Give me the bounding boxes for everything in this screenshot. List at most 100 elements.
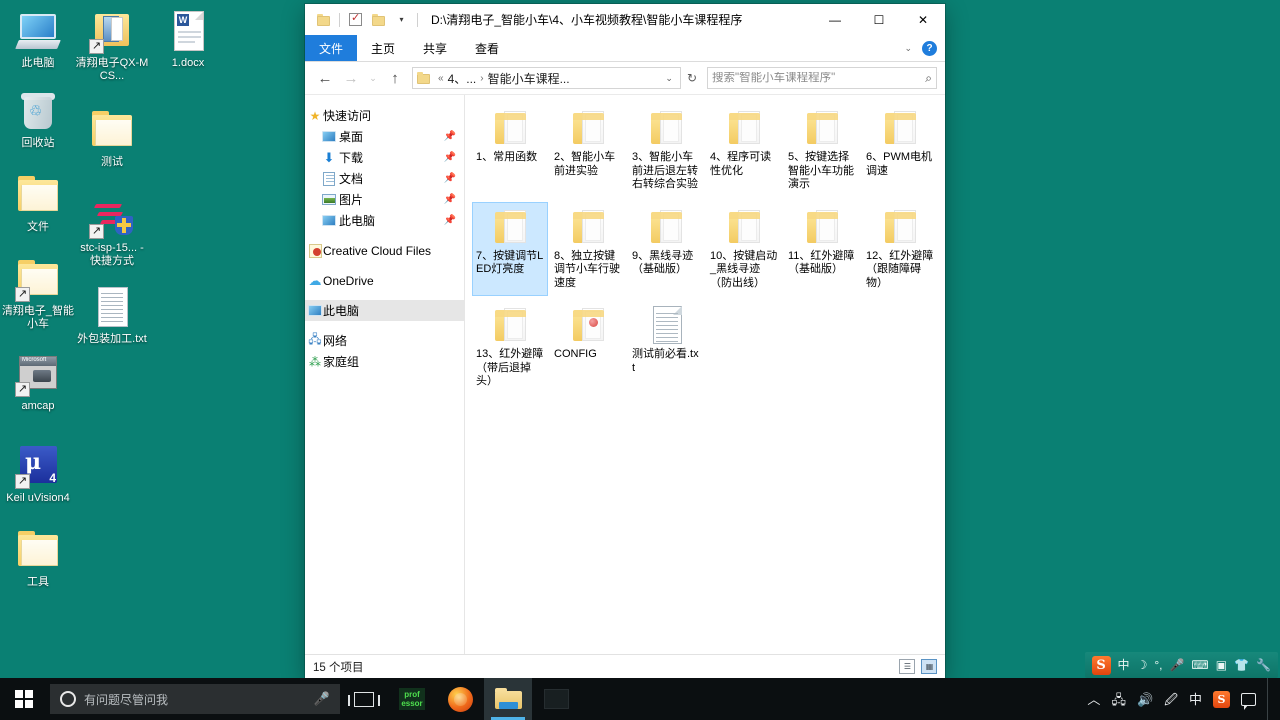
refresh-icon[interactable]: ↻ [683,71,701,85]
file-grid[interactable]: 1、常用函数 2、智能小车前进实验 3、智能小车前进后退左转右转综合实验 4、程序可读… [467,103,945,399]
properties-icon[interactable] [345,9,366,30]
desktop-icon-recycle-bin[interactable]: ♲ 回收站 [0,88,76,150]
file-tile[interactable]: CONFIG [550,300,626,395]
file-explorer-window[interactable]: ▾ D:\清翔电子_智能小车\4、小车视频教程\智能小车课程程序 — ☐ ✕ 文… [305,4,945,678]
title-bar[interactable]: ▾ D:\清翔电子_智能小车\4、小车视频教程\智能小车课程程序 — ☐ ✕ [305,4,945,35]
breadcrumb-item-2[interactable]: 智能小车课程... [488,70,570,87]
file-tile[interactable]: 4、程序可读性优化 [706,103,782,198]
new-folder-icon[interactable] [368,9,389,30]
show-desktop-button[interactable] [1267,678,1272,720]
show-hidden-icons[interactable]: ︿ [1087,693,1100,706]
soft-keyboard-icon[interactable]: ⌨ [1191,659,1208,671]
desktop-icon-test[interactable]: 测试 [74,107,150,169]
desktop-icon-amcap[interactable]: Microsoft ↗ amcap [0,351,76,413]
forward-button[interactable]: → [339,66,363,90]
minimized-app-button[interactable] [532,678,580,720]
navigation-bar[interactable]: ← → ⌄ ↑ « 4、... › 智能小车课程... ⌄ ↻ ⌕ [305,62,945,94]
folder-icon[interactable] [313,9,334,30]
recent-locations-icon[interactable]: ⌄ [365,66,381,90]
large-icons-view-icon[interactable]: ▦ [921,659,937,674]
sogou-logo-icon[interactable]: S [1091,655,1111,675]
desktop-icon-this-pc[interactable]: 此电脑 [0,8,76,70]
sidebar-item-creative-cloud-files[interactable]: Creative Cloud Files [305,240,464,261]
professor-app-button[interactable]: prof essor [388,678,436,720]
sidebar-item-onedrive[interactable]: ☁ OneDrive [305,270,464,291]
sidebar-item-downloads[interactable]: ⬇ 下载 📌 [305,147,464,168]
pin-icon[interactable]: 📌 [444,215,456,226]
desktop-icon-1-docx[interactable]: W 1.docx [150,8,226,70]
sidebar-item-documents[interactable]: 文档 📌 [305,168,464,189]
file-tile[interactable]: 12、红外避障（跟随障碍物） [862,202,938,297]
desktop-icon-tools[interactable]: 工具 [0,527,76,589]
file-explorer-button[interactable] [484,678,532,720]
tab-view[interactable]: 查看 [461,35,513,61]
desktop-icon-qx-mcs[interactable]: ↗ 清翔电子QX-MCS... [74,8,150,83]
tab-share[interactable]: 共享 [409,35,461,61]
punctuation-icon[interactable]: °, [1154,659,1162,671]
file-tile[interactable]: 2、智能小车前进实验 [550,103,626,198]
file-tile[interactable]: 7、按键调节LED灯亮度 [472,201,548,296]
address-dropdown-icon[interactable]: ⌄ [660,73,678,84]
up-button[interactable]: ↑ [383,66,407,90]
collapse-ribbon-icon[interactable]: ⌄ [904,43,912,54]
system-tray[interactable]: ︿ 🖧 🔊 🖉 中 S [1087,678,1280,720]
ime-chinese-icon[interactable]: 中 [1189,693,1202,706]
start-button[interactable] [0,678,48,720]
maximize-button[interactable]: ☐ [857,4,901,35]
sidebar-item-pictures[interactable]: 图片 📌 [305,189,464,210]
sidebar-item-network[interactable]: 🖧 网络 [305,330,464,351]
sogou-ime-toolbar[interactable]: S 中 ☽ °, 🎤 ⌨ ▣ 👕 🔧 [1084,652,1278,678]
tab-file[interactable]: 文件 [305,35,358,61]
file-tile[interactable]: 1、常用函数 [472,103,548,198]
sidebar-item-this-pc[interactable]: 此电脑 [305,300,464,321]
address-bar[interactable]: « 4、... › 智能小车课程... ⌄ [412,67,681,89]
file-tile[interactable]: 6、PWM电机调速 [862,103,938,198]
file-tile[interactable]: 9、黑线寻迹（基础版） [628,202,704,297]
moon-icon[interactable]: ☽ [1137,659,1148,671]
tab-home[interactable]: 主页 [357,35,409,61]
file-tile[interactable]: 5、按键选择智能小车功能演示 [784,103,860,198]
file-tile[interactable]: 3、智能小车前进后退左转右转综合实验 [628,103,704,198]
search-box[interactable]: ⌕ [707,67,937,89]
browser-app-button[interactable] [436,678,484,720]
pin-icon[interactable]: 📌 [444,131,456,142]
network-icon[interactable]: 🖧 [1111,693,1126,706]
file-tile[interactable]: 8、独立按键调节小车行驶速度 [550,202,626,297]
search-input[interactable]: 有问题尽管问我 🎤 [50,684,340,714]
desktop-icon-qx-smart-car[interactable]: ↗ 清翔电子_智能小车 [0,256,76,331]
desktop-icon-packaging-txt[interactable]: 外包装加工.txt [74,284,150,346]
desktop-icon-files[interactable]: 文件 [0,172,76,234]
search-input[interactable] [712,72,926,84]
sidebar-item-quick-access[interactable]: ★ 快速访问 [305,105,464,126]
chinese-mode-icon[interactable]: 中 [1118,659,1130,671]
pin-icon[interactable]: 📌 [444,173,456,184]
pin-icon[interactable]: 📌 [444,194,456,205]
microphone-icon[interactable]: 🎤 [314,691,330,707]
task-view-button[interactable] [340,678,388,720]
desktop-icon-keil-uvision4[interactable]: μ4 ↗ Keil uVision4 [0,443,76,505]
customize-quick-access-caret[interactable]: ▾ [391,9,412,30]
toolbox-icon[interactable]: 🔧 [1256,659,1271,671]
back-button[interactable]: ← [313,66,337,90]
help-icon[interactable]: ? [922,40,937,56]
breadcrumb-overflow-icon[interactable]: « [438,73,444,84]
pin-icon[interactable]: 📌 [444,152,456,163]
minimize-button[interactable]: — [813,4,857,35]
screenshot-icon[interactable]: ▣ [1216,659,1227,671]
file-tile[interactable]: 11、红外避障（基础版） [784,202,860,297]
navigation-pane[interactable]: ★ 快速访问 桌面 📌 ⬇ 下载 📌 文档 📌 图片 📌 此电脑 📌 Creat… [305,95,465,654]
breadcrumb-item-1[interactable]: 4、... [448,70,477,87]
close-button[interactable]: ✕ [901,4,945,35]
action-center-icon[interactable] [1241,692,1256,710]
file-tile[interactable]: 13、红外避障（带后退掉头） [472,300,548,395]
file-tile[interactable]: 测试前必看.txt [628,300,704,395]
sogou-tray-icon[interactable]: S [1213,690,1230,708]
volume-icon[interactable]: 🔊 [1137,693,1153,706]
desktop-icon-stc-isp[interactable]: ↗ stc-isp-15... - 快捷方式 [74,193,150,268]
details-view-icon[interactable]: ☰ [899,659,915,674]
window-controls[interactable]: — ☐ ✕ [813,4,945,35]
sidebar-item-desktop[interactable]: 桌面 📌 [305,126,464,147]
taskbar[interactable]: 有问题尽管问我 🎤 prof essor ︿ 🖧 🔊 🖉 中 S [0,678,1280,720]
search-icon[interactable]: ⌕ [925,71,932,86]
ribbon-tabs[interactable]: 文件 主页 共享 查看 ⌄ ? [305,35,945,62]
